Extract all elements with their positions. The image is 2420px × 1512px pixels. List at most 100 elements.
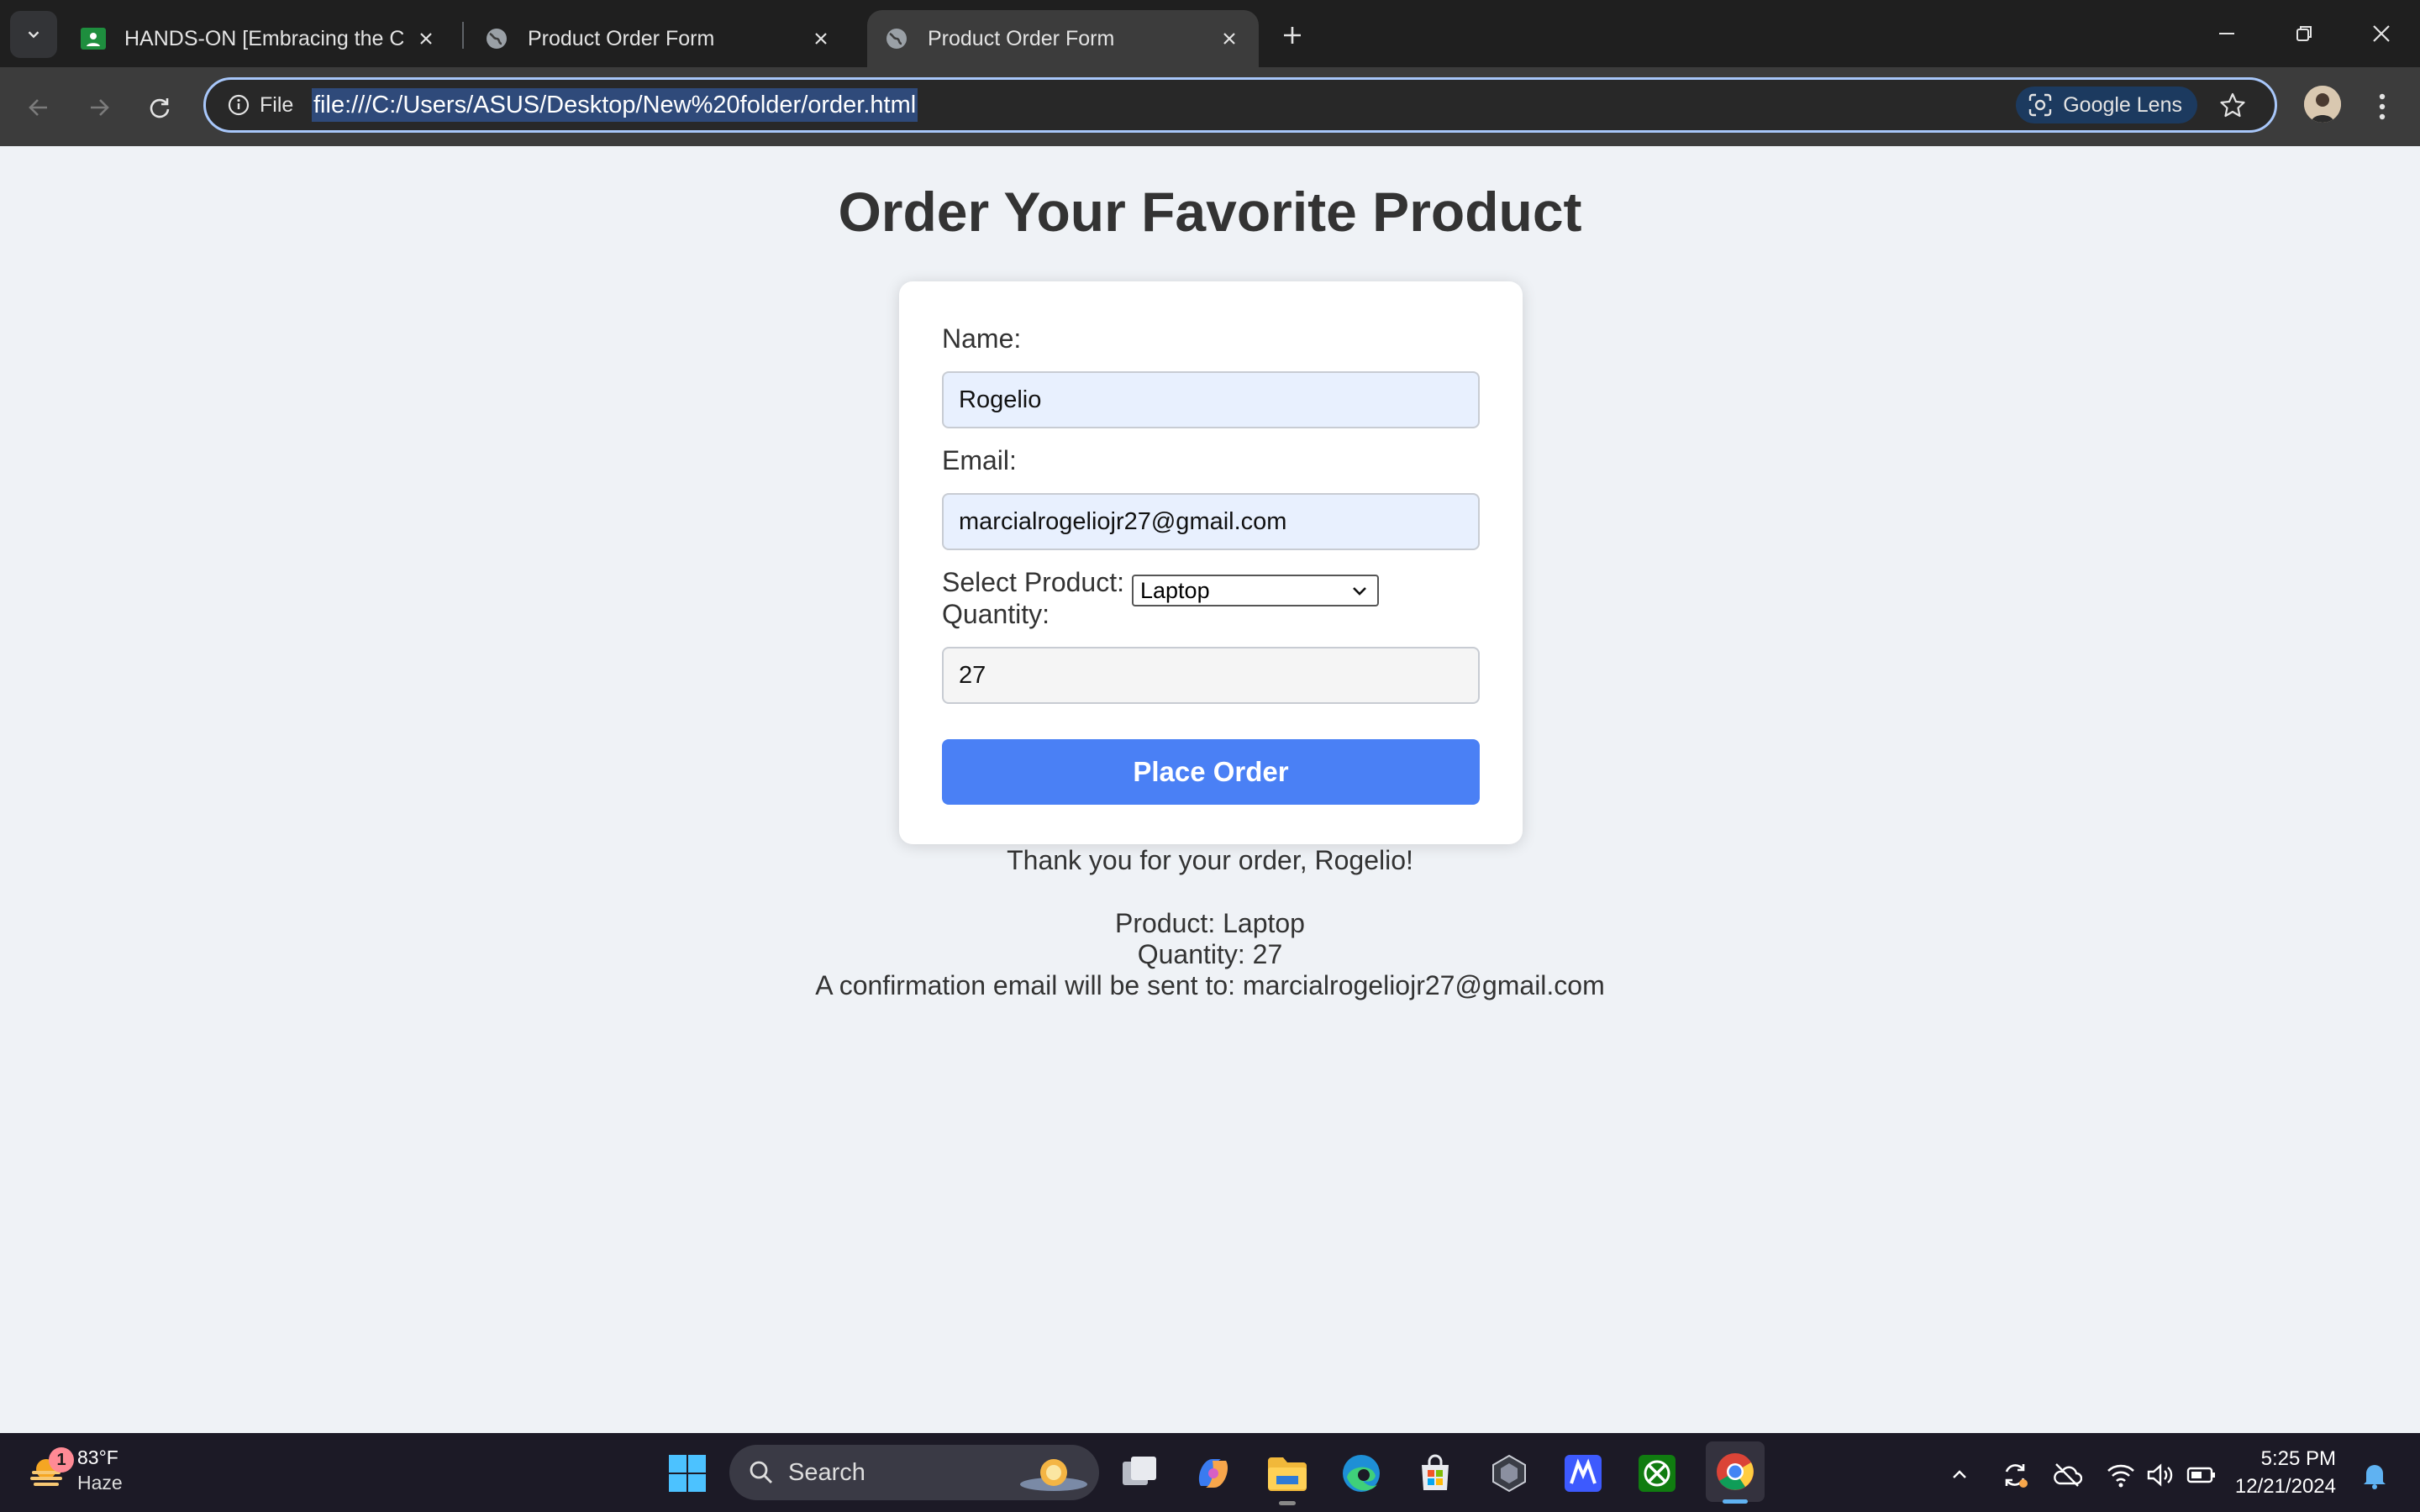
close-window-button[interactable] <box>2356 10 2407 57</box>
taskbar-clock[interactable]: 5:25 PM 12/21/2024 <box>2235 1445 2336 1500</box>
result-quantity: Quantity: 27 <box>1137 939 1283 969</box>
close-icon <box>2373 25 2390 42</box>
browser-toolbar: File file:///C:/Users/ASUS/Desktop/New%2… <box>0 67 2420 146</box>
result-email: A confirmation email will be sent to: ma… <box>815 970 1605 1000</box>
taskbar-search[interactable]: Search <box>729 1445 1099 1500</box>
product-label: Select Product: <box>942 567 1124 597</box>
globe-icon <box>884 26 909 51</box>
volume-tray-button[interactable] <box>2143 1458 2176 1492</box>
close-icon[interactable] <box>413 26 439 51</box>
windows-logo-icon <box>669 1455 706 1492</box>
tab-title: HANDS-ON [Embracing the Co <box>124 26 403 50</box>
folder-icon <box>1268 1457 1307 1491</box>
info-icon <box>228 94 250 116</box>
m-app-icon <box>1565 1455 1602 1492</box>
xbox-button[interactable] <box>1632 1448 1682 1499</box>
tab-search-button[interactable] <box>10 11 57 58</box>
avatar-icon <box>2304 86 2341 123</box>
sync-tray-button[interactable] <box>1998 1458 2032 1492</box>
onedrive-tray-button[interactable] <box>2050 1458 2084 1492</box>
search-placeholder: Search <box>788 1458 865 1486</box>
haze-sun-icon: 1 <box>25 1447 74 1491</box>
place-order-button[interactable]: Place Order <box>942 739 1480 805</box>
copilot-icon <box>1198 1459 1228 1488</box>
globe-icon <box>484 26 509 51</box>
page-content: Order Your Favorite Product Name: Rogeli… <box>0 146 2420 1433</box>
edge-icon <box>1343 1455 1380 1492</box>
close-icon[interactable] <box>808 26 834 51</box>
show-hidden-icons-button[interactable] <box>1943 1458 1976 1492</box>
weather-widget[interactable]: 1 83°F Haze <box>25 1445 123 1495</box>
file-explorer-button[interactable] <box>1262 1448 1313 1505</box>
microsoft-store-button[interactable] <box>1410 1448 1460 1499</box>
url-text[interactable]: file:///C:/Users/ASUS/Desktop/New%20fold… <box>312 88 918 122</box>
site-info-chip[interactable]: File <box>218 87 303 123</box>
notifications-button[interactable] <box>2358 1458 2391 1492</box>
google-lens-button[interactable]: Google Lens <box>2016 87 2197 123</box>
app-hexagon-button[interactable] <box>1484 1448 1534 1499</box>
chrome-button[interactable] <box>1706 1441 1765 1504</box>
order-form-card: Name: Rogelio Email: marcialrogeliojr27@… <box>899 281 1523 844</box>
result-product: Product: Laptop <box>1115 908 1305 938</box>
tab-product-order-form[interactable]: Product Order Form <box>467 10 850 67</box>
product-select-value: Laptop <box>1140 578 1210 603</box>
wifi-icon <box>2107 1464 2134 1488</box>
battery-tray-button[interactable] <box>2185 1458 2218 1492</box>
chevron-up-icon <box>1953 1470 1966 1478</box>
star-icon <box>2220 92 2245 118</box>
chevron-down-icon <box>1349 580 1370 601</box>
copilot-button[interactable] <box>1188 1448 1239 1499</box>
clock-date: 12/21/2024 <box>2234 1475 2336 1498</box>
reload-button[interactable] <box>139 87 180 128</box>
running-indicator <box>1279 1501 1296 1505</box>
more-vertical-icon <box>2379 93 2386 120</box>
weather-temperature: 83°F <box>77 1446 118 1468</box>
wifi-tray-button[interactable] <box>2104 1458 2138 1492</box>
back-button[interactable] <box>18 87 59 128</box>
browser-menu-button[interactable] <box>2368 86 2396 128</box>
tab-strip: HANDS-ON [Embracing the Co Product Order… <box>0 0 2420 67</box>
google-lens-label: Google Lens <box>2063 92 2182 117</box>
tab-product-order-form-active[interactable]: Product Order Form <box>867 10 1259 67</box>
email-label: Email: <box>942 445 1017 475</box>
address-bar[interactable]: File file:///C:/Users/ASUS/Desktop/New%2… <box>203 77 2277 133</box>
weather-badge: 1 <box>49 1447 74 1473</box>
new-tab-button[interactable] <box>1274 17 1311 54</box>
google-classroom-icon <box>81 26 106 51</box>
profile-avatar[interactable] <box>2304 86 2341 123</box>
tab-title: Product Order Form <box>928 26 1115 50</box>
chevron-down-icon <box>28 31 39 39</box>
app-m-button[interactable] <box>1558 1448 1608 1499</box>
edge-button[interactable] <box>1336 1448 1386 1499</box>
email-input[interactable]: marcialrogeliojr27@gmail.com <box>942 493 1480 550</box>
minimize-button[interactable] <box>2202 10 2252 57</box>
product-select[interactable]: Laptop <box>1132 575 1379 606</box>
quantity-label: Quantity: <box>942 599 1050 629</box>
google-lens-icon <box>2028 92 2053 118</box>
weather-condition: Haze <box>77 1472 123 1494</box>
sync-icon <box>2005 1464 2028 1488</box>
start-button[interactable] <box>662 1448 713 1499</box>
search-highlight-icon <box>1017 1451 1091 1494</box>
bookmark-button[interactable] <box>2216 88 2249 122</box>
close-icon[interactable] <box>1217 26 1242 51</box>
tab-separator <box>462 22 464 49</box>
quantity-input[interactable]: 27 <box>942 647 1480 704</box>
restore-button[interactable] <box>2279 10 2329 57</box>
restore-icon <box>2296 26 2312 41</box>
minimize-icon <box>2219 33 2234 34</box>
task-view-button[interactable] <box>1114 1448 1165 1499</box>
arrow-right-icon <box>91 99 109 116</box>
cloud-off-icon <box>2054 1463 2082 1487</box>
site-chip-label: File <box>260 92 294 117</box>
battery-icon <box>2186 1467 2215 1483</box>
xbox-icon <box>1639 1455 1676 1492</box>
page-title: Order Your Favorite Product <box>838 181 1582 243</box>
clock-time: 5:25 PM <box>2260 1447 2336 1470</box>
tab-hands-on[interactable]: HANDS-ON [Embracing the Co <box>64 10 455 67</box>
store-icon <box>1422 1454 1449 1490</box>
thank-you-message: Thank you for your order, Rogelio! <box>1007 845 1413 875</box>
forward-button[interactable] <box>79 87 119 128</box>
chrome-icon <box>1717 1453 1754 1490</box>
name-input[interactable]: Rogelio <box>942 371 1480 428</box>
